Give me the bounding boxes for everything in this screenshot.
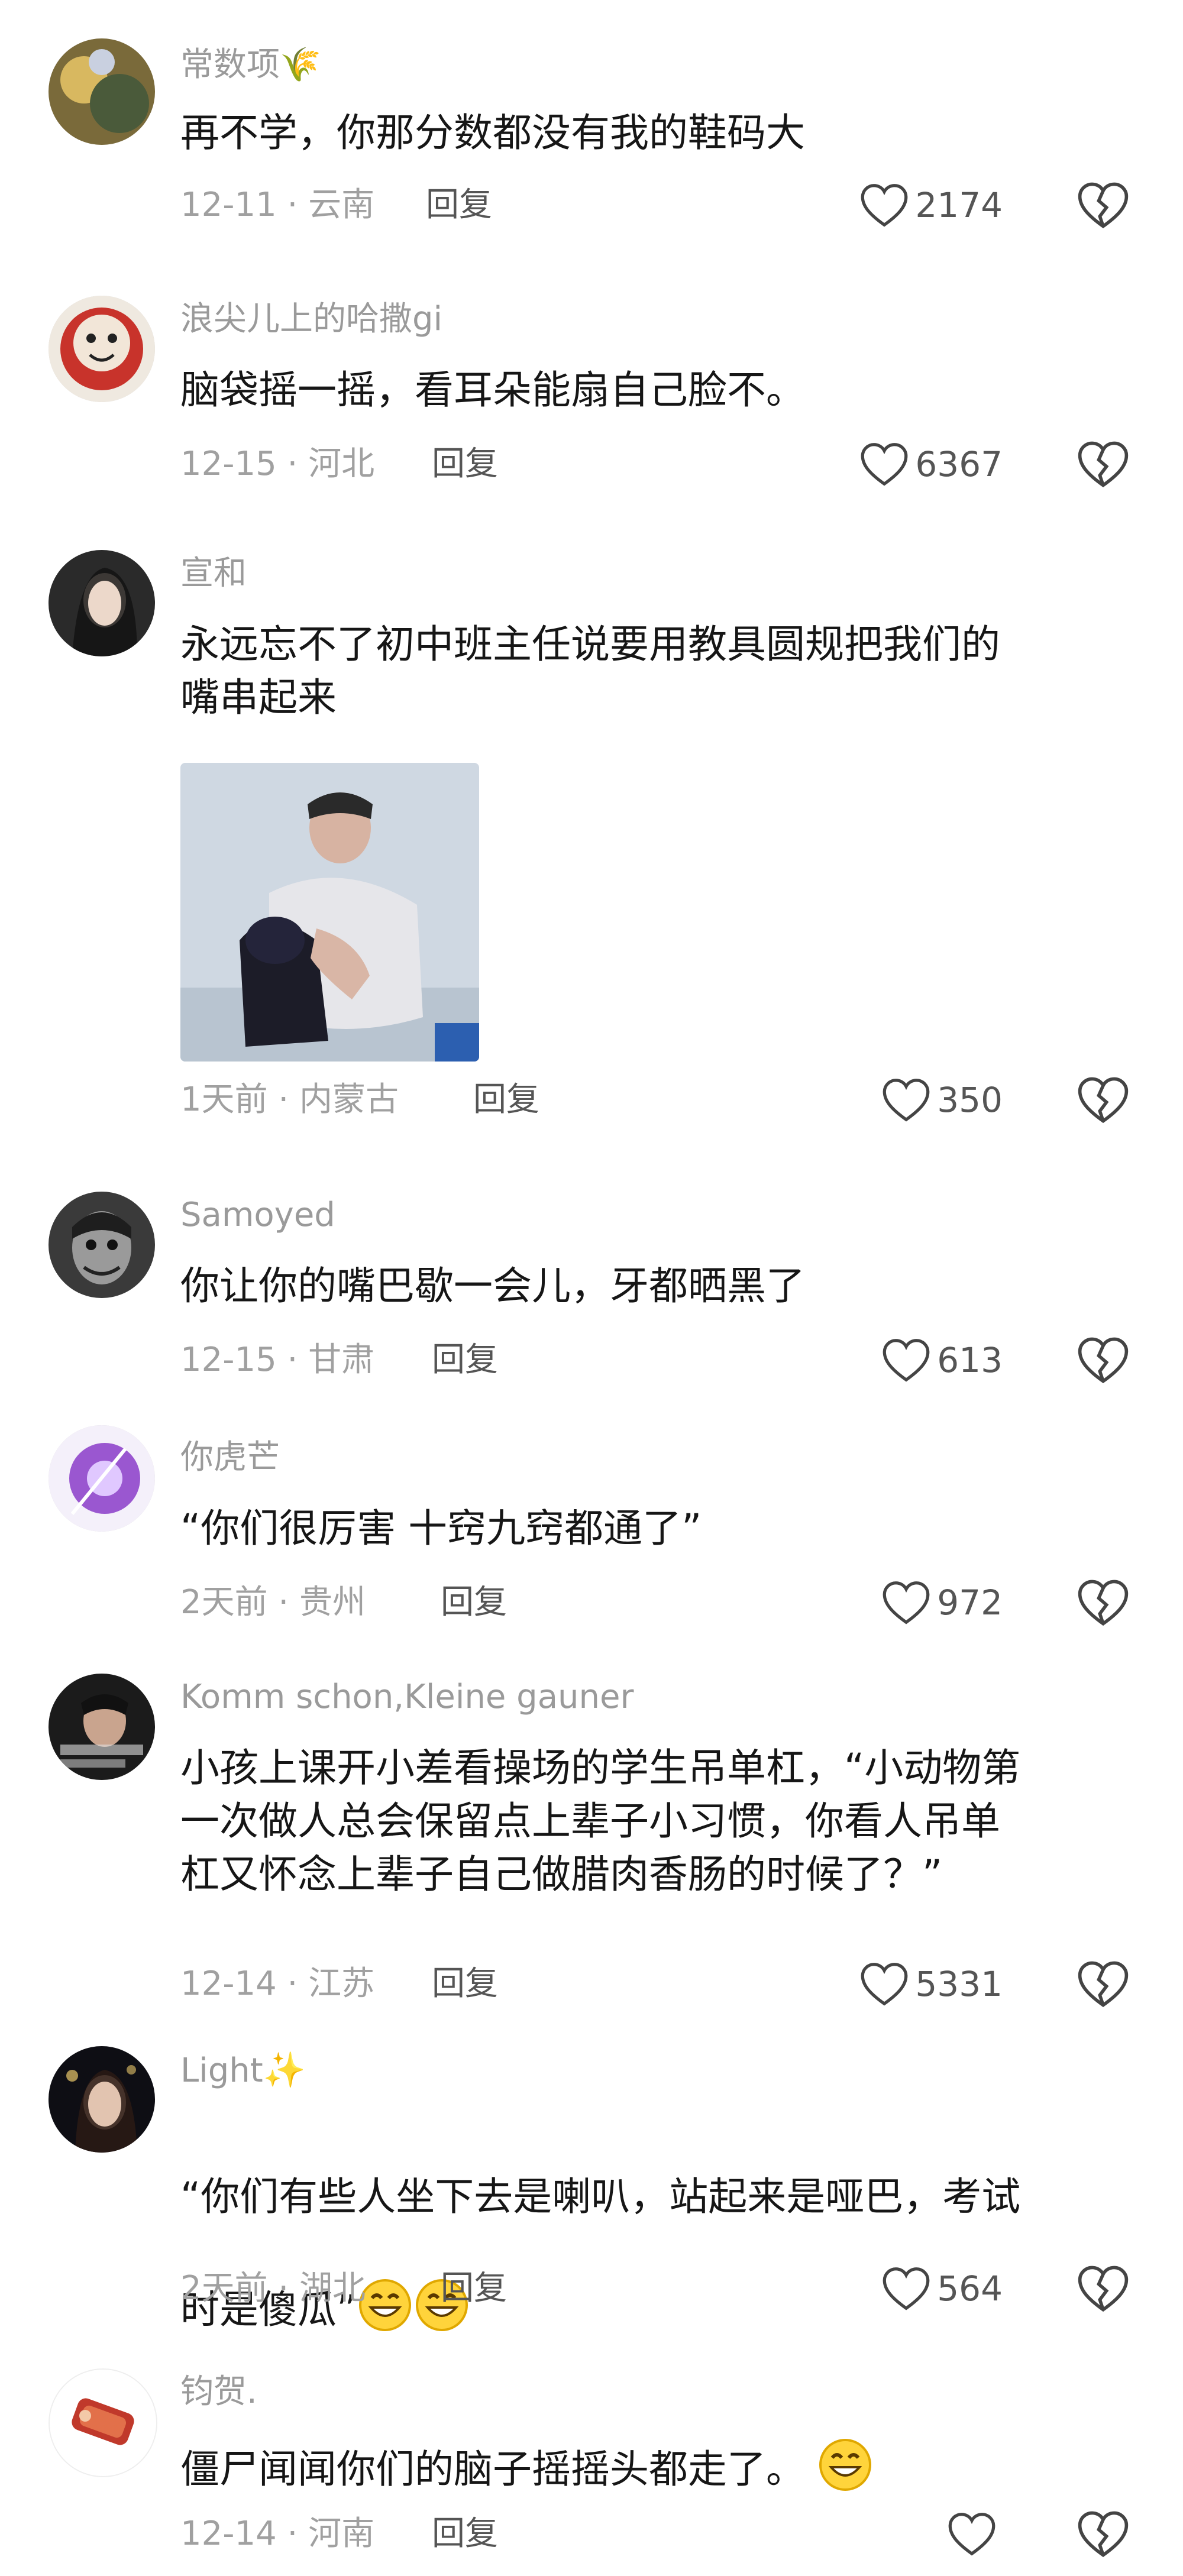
sparkles-icon: ✨ [263, 2050, 306, 2090]
avatar[interactable] [49, 38, 155, 145]
comment-meta: 1天前 · 内蒙古 [180, 1080, 399, 1119]
comment-text: 再不学，你那分数都没有我的鞋码大 [180, 110, 805, 156]
reply-button[interactable]: 回复 [432, 444, 498, 485]
like-count: 972 [937, 1583, 1003, 1623]
dislike-button[interactable] [1077, 439, 1130, 489]
comment-meta: 12-11 · 云南 [180, 186, 375, 224]
heart-outline-icon [861, 1963, 908, 2006]
avatar[interactable] [49, 2368, 157, 2477]
grinning-face-icon [817, 2436, 874, 2493]
comment-text: 小孩上课开小差看操场的学生吊单杠，“小动物第 一次做人总会保留点上辈子小习惯，你… [180, 1745, 1021, 1897]
heart-outline-icon [948, 2513, 995, 2556]
comment-image[interactable] [180, 763, 479, 1062]
comment-text: “你们很厉害 十窍九窍都通了” [180, 1506, 702, 1551]
username[interactable]: Light✨ [180, 2049, 306, 2092]
like-count: 613 [937, 1340, 1003, 1380]
like-count: 6367 [915, 444, 1003, 484]
username[interactable]: 常数项🌾 [180, 44, 321, 86]
comment-text: 脑袋摇一摇，看耳朵能扇自己脸不。 [180, 367, 805, 413]
avatar[interactable] [49, 296, 155, 402]
avatar[interactable] [49, 1674, 155, 1780]
like-button[interactable]: 613 [881, 1334, 1003, 1387]
broken-heart-icon [1078, 441, 1129, 488]
broken-heart-icon [1078, 1077, 1129, 1124]
avatar[interactable] [49, 2046, 155, 2153]
like-count: 5331 [915, 1964, 1003, 2004]
username[interactable]: Komm schon,Kleine gauner [180, 1677, 633, 1718]
username[interactable]: 你虎芒 [180, 1437, 280, 1478]
comment-meta: 12-15 · 甘肃 [180, 1341, 375, 1379]
heart-outline-icon [883, 2267, 930, 2310]
dislike-button[interactable] [1077, 1959, 1130, 2009]
dislike-button[interactable] [1077, 2509, 1130, 2559]
heart-outline-icon [883, 1581, 930, 1624]
like-count: 350 [937, 1080, 1003, 1120]
username[interactable]: Samoyed [180, 1195, 335, 1236]
like-button[interactable]: 564 [881, 2262, 1003, 2315]
heart-outline-icon [883, 1339, 930, 1382]
broken-heart-icon [1078, 182, 1129, 229]
like-button[interactable]: 5331 [859, 1957, 1003, 2011]
reply-button[interactable]: 回复 [432, 1339, 498, 1381]
comment-meta: 2天前 · 湖北 [180, 2269, 366, 2308]
dislike-button[interactable] [1077, 1075, 1130, 1125]
comment-text-line: “你们有些人坐下去是喇叭，站起来是哑巴，考试 [180, 2174, 1021, 2219]
comment-text-fragment: 僵尸闻闻你们的脑子摇摇头都走了。 [180, 2446, 805, 2492]
username[interactable]: 宣和 [180, 553, 247, 594]
comment-text: 你让你的嘴巴歇一会儿，牙都晒黑了 [180, 1263, 805, 1309]
heart-outline-icon [861, 443, 908, 486]
comment-meta: 12-14 · 河南 [180, 2514, 375, 2553]
broken-heart-icon [1078, 2511, 1129, 2558]
avatar[interactable] [49, 550, 155, 656]
comment-text: “你们有些人坐下去是喇叭，站起来是哑巴，考试 时是傻瓜” [180, 2117, 1139, 2390]
reply-button[interactable]: 回复 [426, 185, 492, 226]
comment-text: 永远忘不了初中班主任说要用教具圆规把我们的 嘴串起来 [180, 622, 1000, 720]
dislike-button[interactable] [1077, 180, 1130, 230]
dislike-button[interactable] [1077, 1335, 1130, 1385]
like-count: 564 [937, 2268, 1003, 2309]
username[interactable]: 钧贺. [180, 2371, 257, 2413]
reply-button[interactable]: 回复 [441, 2268, 507, 2309]
comment-meta: 12-15 · 河北 [180, 445, 375, 483]
reply-button[interactable]: 回复 [473, 1079, 539, 1121]
avatar[interactable] [49, 1425, 155, 1532]
like-count: 2174 [915, 185, 1003, 225]
comment-meta: 12-14 · 江苏 [180, 1965, 375, 2003]
reply-button[interactable]: 回复 [441, 1582, 507, 1623]
like-button[interactable]: 972 [881, 1576, 1003, 1629]
username-text: Light [180, 2051, 263, 2090]
heart-outline-icon [861, 184, 908, 227]
dislike-button[interactable] [1077, 1578, 1130, 1627]
comment-text: 僵尸闻闻你们的脑子摇摇头都走了。 [180, 2436, 1139, 2496]
like-button[interactable] [947, 2507, 1003, 2561]
broken-heart-icon [1078, 2266, 1129, 2312]
reply-button[interactable]: 回复 [432, 2513, 498, 2555]
like-button[interactable]: 2174 [859, 179, 1003, 232]
comment-meta: 2天前 · 贵州 [180, 1583, 366, 1622]
broken-heart-icon [1078, 1580, 1129, 1626]
heart-outline-icon [883, 1079, 930, 1122]
avatar[interactable] [49, 1192, 155, 1298]
broken-heart-icon [1078, 1961, 1129, 2008]
reply-button[interactable]: 回复 [432, 1963, 498, 2005]
username[interactable]: 浪尖儿上的哈撒gi [180, 299, 442, 340]
dislike-button[interactable] [1077, 2264, 1130, 2313]
like-button[interactable]: 6367 [859, 438, 1003, 491]
like-button[interactable]: 350 [881, 1073, 1003, 1127]
broken-heart-icon [1078, 1337, 1129, 1384]
